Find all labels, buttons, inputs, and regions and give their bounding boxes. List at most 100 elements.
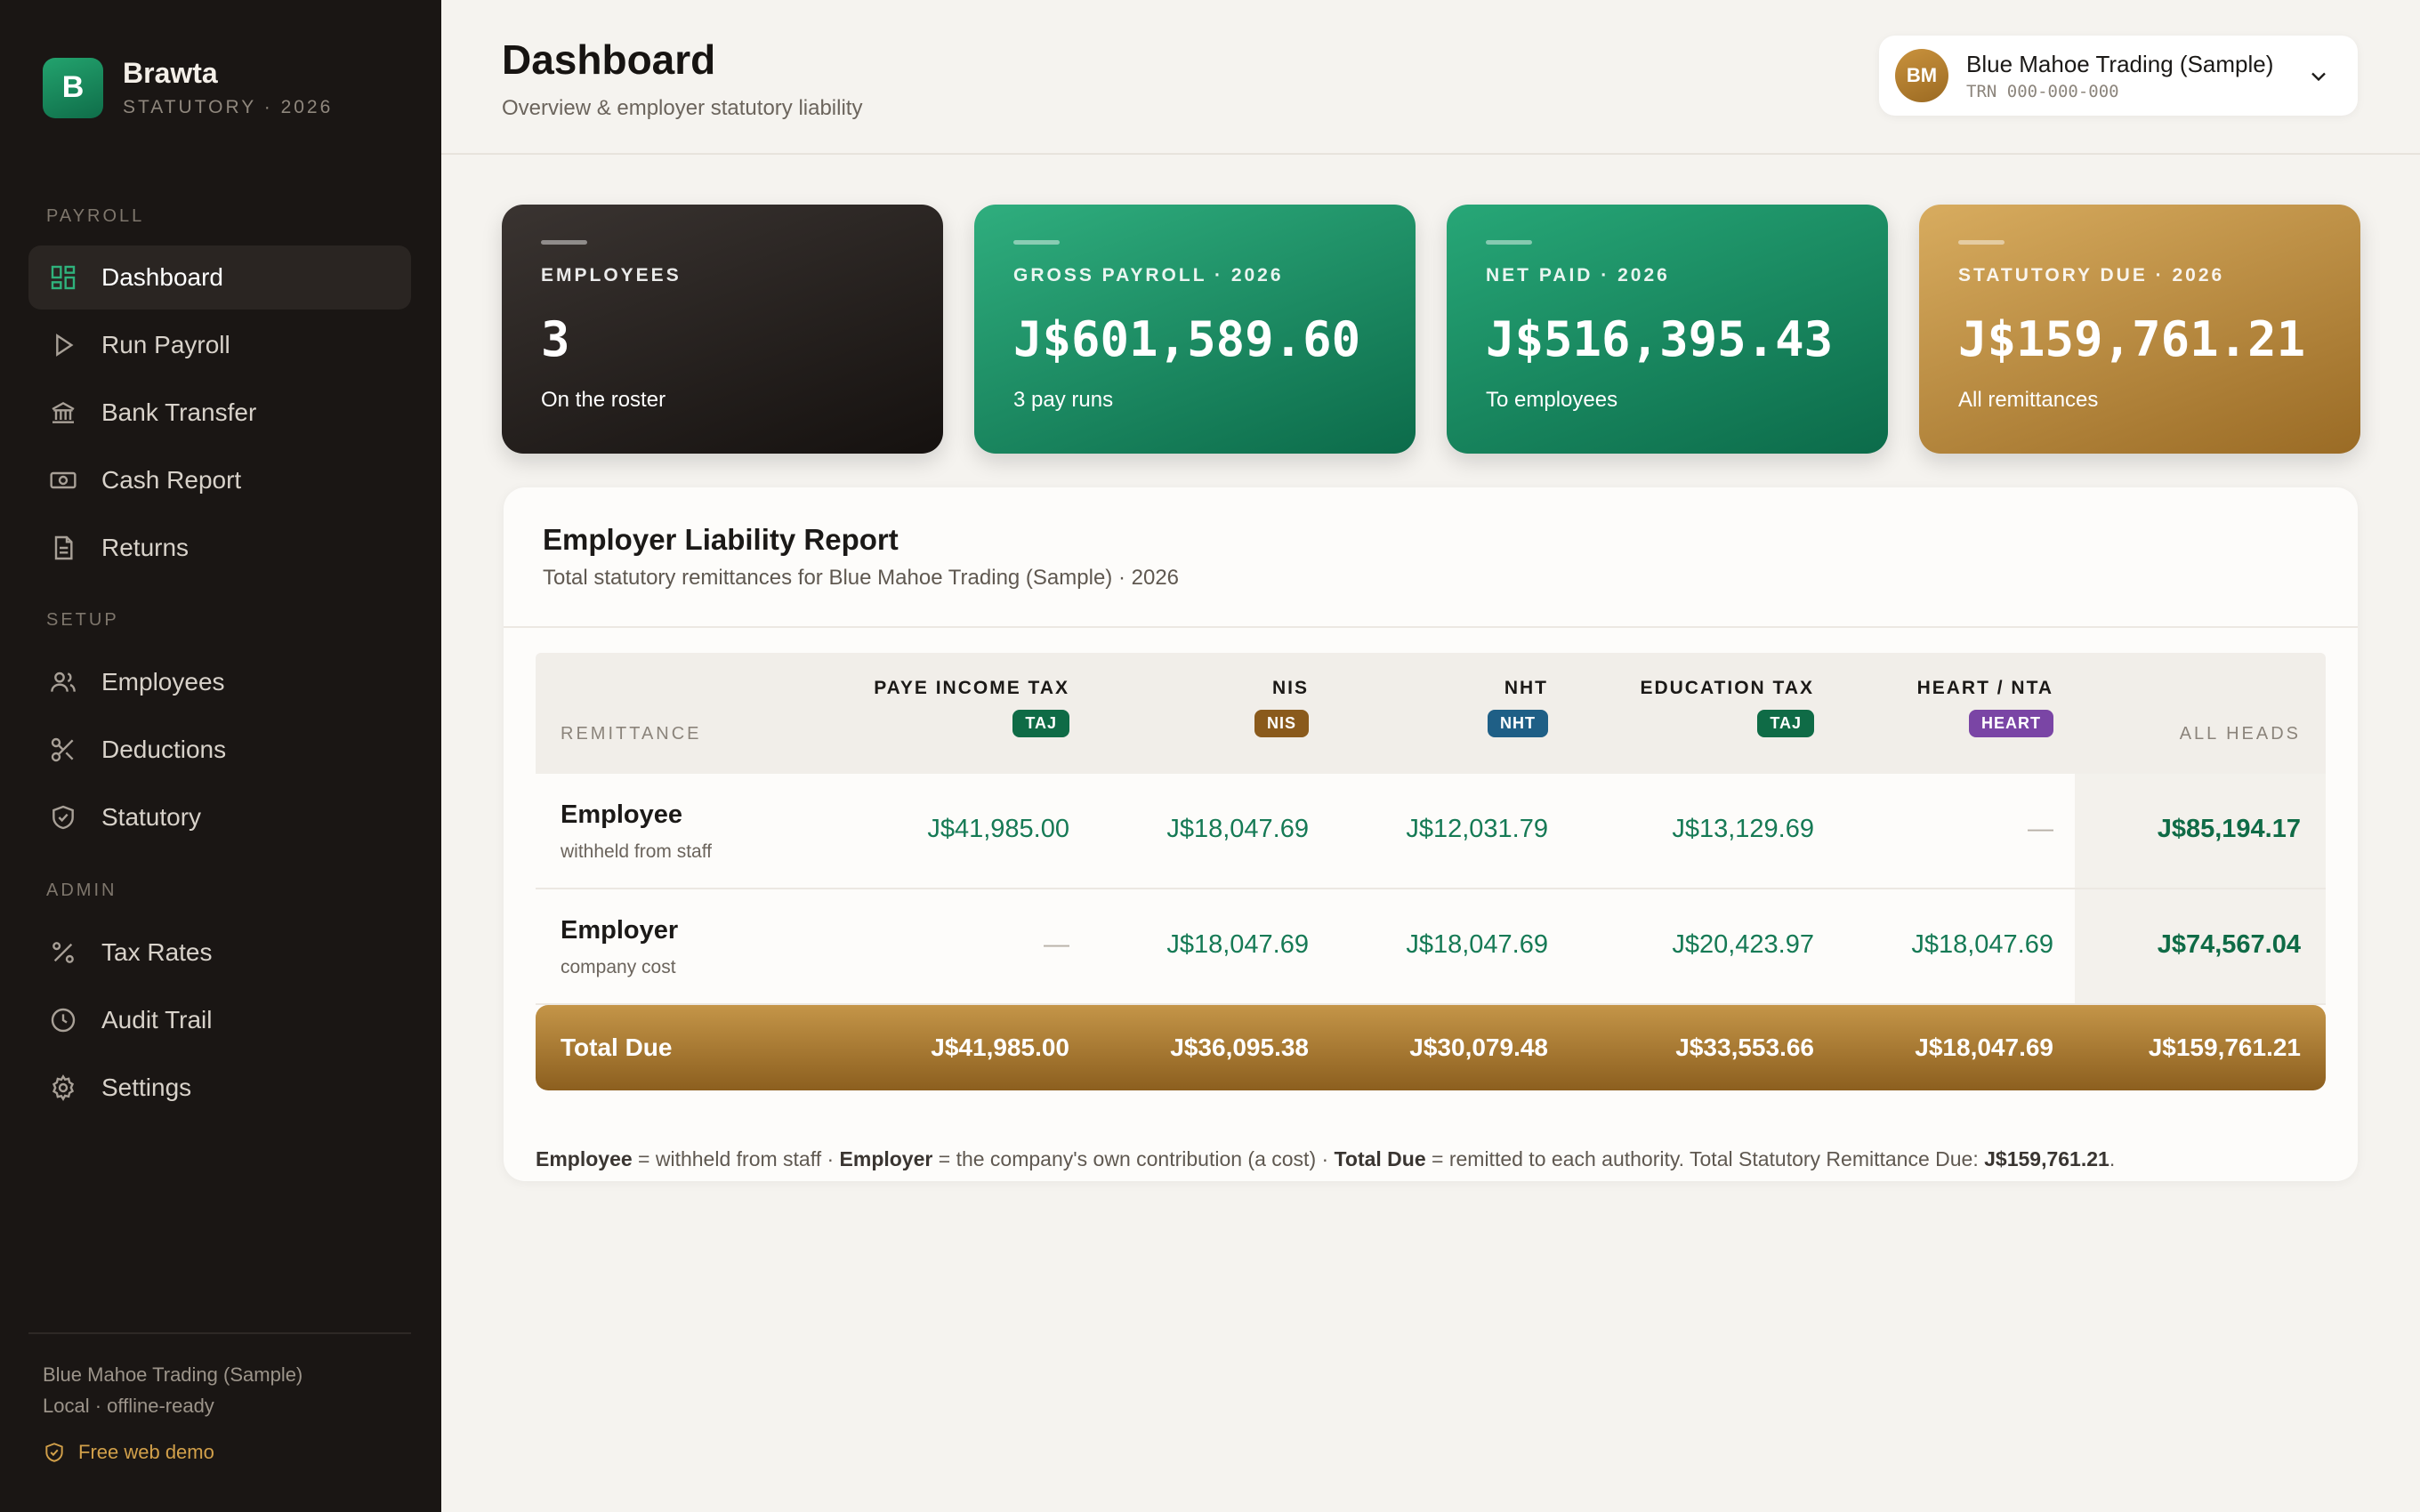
- stat-label: STATUTORY DUE · 2026: [1958, 265, 2225, 286]
- stat-sub: To employees: [1486, 388, 1618, 412]
- org-switcher[interactable]: BM Blue Mahoe Trading (Sample) TRN 000-0…: [1879, 36, 2358, 116]
- sidebar-item-settings[interactable]: Settings: [28, 1056, 411, 1120]
- avatar: BM: [1895, 49, 1948, 102]
- sidebar-item-label: Audit Trail: [101, 1006, 213, 1033]
- users-icon: [48, 667, 78, 697]
- employer-liability-report: Employer Liability Report Total statutor…: [504, 487, 2358, 1181]
- col-nis: NIS NIS: [1254, 678, 1309, 737]
- brand-subtitle: STATUTORY · 2026: [123, 97, 334, 117]
- stat-label: GROSS PAYROLL · 2026: [1013, 265, 1284, 286]
- badge-taj: TAJ: [1757, 710, 1814, 737]
- stat-sub: All remittances: [1958, 388, 2099, 412]
- total-cell: J$30,079.48: [1409, 1033, 1548, 1061]
- col-heart-nta: HEART / NTA HEART: [1917, 678, 2053, 737]
- total-cell: J$41,985.00: [931, 1033, 1069, 1061]
- table-cell: —: [2028, 815, 2053, 843]
- free-demo-label: Free web demo: [78, 1441, 214, 1463]
- table-cell: J$18,047.69: [1166, 815, 1309, 843]
- page-title: Dashboard: [502, 36, 716, 83]
- sidebar-divider: [28, 1332, 411, 1334]
- sidebar-item-run-payroll[interactable]: Run Payroll: [28, 313, 411, 377]
- sidebar-item-cash-report[interactable]: Cash Report: [28, 448, 411, 512]
- page-subtitle: Overview & employer statutory liability: [502, 96, 863, 120]
- sidebar-item-deductions[interactable]: Deductions: [28, 718, 411, 782]
- free-demo-link[interactable]: Free web demo: [43, 1441, 214, 1464]
- table-cell: J$13,129.69: [1672, 815, 1814, 843]
- sidebar-item-label: Employees: [101, 668, 225, 696]
- footer-org-name: Blue Mahoe Trading (Sample): [43, 1363, 303, 1386]
- document-icon: [48, 533, 78, 563]
- table-cell: J$18,047.69: [1911, 930, 2053, 959]
- stat-card-employees: EMPLOYEES 3 On the roster: [502, 205, 943, 454]
- sidebar-item-label: Dashboard: [101, 263, 223, 291]
- total-due-row: Total Due J$41,985.00 J$36,095.38 J$30,0…: [536, 1005, 2326, 1090]
- stat-sub: On the roster: [541, 388, 666, 412]
- total-cell: J$36,095.38: [1170, 1033, 1309, 1061]
- table-cell: —: [1044, 930, 1069, 959]
- report-subtitle: Total statutory remittances for Blue Mah…: [543, 566, 1180, 590]
- col-education-tax: EDUCATION TAX TAJ: [1640, 678, 1814, 737]
- shield-icon: [43, 1441, 78, 1464]
- play-icon: [48, 330, 78, 360]
- sidebar-item-label: Statutory: [101, 803, 202, 831]
- sidebar-item-tax-rates[interactable]: Tax Rates: [28, 921, 411, 985]
- stat-card-net-paid: NET PAID · 2026 J$516,395.43 To employee…: [1447, 205, 1888, 454]
- grid-icon: [48, 262, 78, 293]
- stat-sub: 3 pay runs: [1013, 388, 1114, 412]
- brand[interactable]: B Brawta STATUTORY · 2026: [43, 57, 333, 118]
- badge-heart: HEART: [1969, 710, 2053, 737]
- table-row: Employer company cost — J$18,047.69 J$18…: [536, 889, 2326, 1005]
- nav-section-admin: ADMIN: [46, 881, 117, 900]
- total-cell: J$33,553.66: [1675, 1033, 1814, 1061]
- table-header: REMITTANCE PAYE INCOME TAX TAJ NIS NIS N…: [536, 653, 2326, 774]
- cash-icon: [48, 465, 78, 495]
- bank-icon: [48, 398, 78, 428]
- stat-label: EMPLOYEES: [541, 265, 682, 286]
- brand-name: Brawta: [123, 57, 218, 89]
- chevron-down-icon: [2311, 72, 2326, 82]
- table-cell: J$12,031.79: [1406, 815, 1548, 843]
- clock-icon: [48, 1005, 78, 1035]
- footer-mode: Local · offline-ready: [43, 1395, 214, 1417]
- sidebar-item-employees[interactable]: Employees: [28, 650, 411, 714]
- sidebar-item-dashboard[interactable]: Dashboard: [28, 245, 411, 310]
- stat-card-statutory-due: STATUTORY DUE · 2026 J$159,761.21 All re…: [1919, 205, 2360, 454]
- page-header: Dashboard Overview & employer statutory …: [441, 0, 2420, 155]
- stat-card-gross-payroll: GROSS PAYROLL · 2026 J$601,589.60 3 pay …: [974, 205, 1416, 454]
- sidebar-item-audit-trail[interactable]: Audit Trail: [28, 988, 411, 1052]
- nav-section-payroll: PAYROLL: [46, 206, 145, 226]
- stat-value: 3: [541, 311, 570, 367]
- org-trn: TRN 000-000-000: [1966, 81, 2119, 101]
- report-footnote: Employee = withheld from staff · Employe…: [536, 1147, 2116, 1170]
- col-nht: NHT NHT: [1488, 678, 1548, 737]
- badge-nht: NHT: [1488, 710, 1548, 737]
- divider: [504, 626, 2358, 628]
- nav-section-setup: SETUP: [46, 610, 119, 630]
- table-cell: J$18,047.69: [1406, 930, 1548, 959]
- sidebar-item-label: Deductions: [101, 736, 227, 763]
- sidebar-item-bank-transfer[interactable]: Bank Transfer: [28, 381, 411, 445]
- org-name: Blue Mahoe Trading (Sample): [1966, 50, 2274, 77]
- badge-taj: TAJ: [1012, 710, 1069, 737]
- report-title: Employer Liability Report: [543, 523, 899, 556]
- sidebar: B Brawta STATUTORY · 2026 PAYROLL Dashbo…: [0, 0, 441, 1512]
- row-total: J$74,567.04: [2157, 930, 2301, 959]
- scissors-icon: [48, 735, 78, 765]
- brand-logo: B: [43, 57, 103, 118]
- gear-icon: [48, 1073, 78, 1103]
- table-row: Employee withheld from staff J$41,985.00…: [536, 774, 2326, 889]
- percent-icon: [48, 937, 78, 968]
- sidebar-item-statutory[interactable]: Statutory: [28, 785, 411, 849]
- grand-total: J$159,761.21: [2148, 1033, 2301, 1061]
- col-remittance: REMITTANCE: [561, 724, 702, 744]
- col-paye: PAYE INCOME TAX TAJ: [874, 678, 1069, 737]
- badge-nis: NIS: [1254, 710, 1309, 737]
- shield-check-icon: [48, 802, 78, 832]
- sidebar-item-returns[interactable]: Returns: [28, 516, 411, 580]
- stat-label: NET PAID · 2026: [1486, 265, 1670, 286]
- stat-value: J$516,395.43: [1486, 311, 1834, 367]
- sidebar-item-label: Bank Transfer: [101, 398, 257, 426]
- sidebar-item-label: Settings: [101, 1074, 192, 1101]
- stat-value: J$159,761.21: [1958, 311, 2306, 367]
- table-cell: J$41,985.00: [927, 815, 1069, 843]
